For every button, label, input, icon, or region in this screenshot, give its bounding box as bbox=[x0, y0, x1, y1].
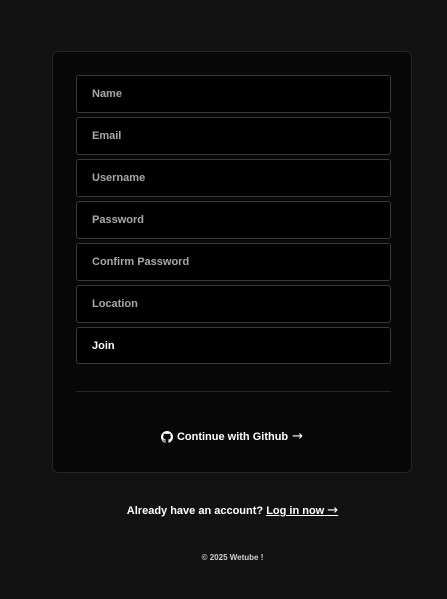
login-link[interactable]: Log in now → bbox=[266, 503, 339, 518]
join-button[interactable]: Join bbox=[76, 327, 391, 364]
social-login: Continue with Github → bbox=[53, 429, 411, 448]
username-input[interactable] bbox=[76, 159, 391, 197]
join-card: Join Continue with Github → bbox=[52, 51, 412, 473]
github-login-label: Continue with Github bbox=[176, 431, 289, 443]
email-input[interactable] bbox=[76, 117, 391, 155]
join-form: Join bbox=[76, 75, 391, 364]
confirm-password-input[interactable] bbox=[76, 243, 391, 281]
password-input[interactable] bbox=[76, 201, 391, 239]
arrow-right-icon: → bbox=[292, 429, 304, 444]
location-input[interactable] bbox=[76, 285, 391, 323]
login-prompt: Already have an account? Log in now → bbox=[0, 503, 447, 519]
login-link-label: Log in now bbox=[266, 505, 325, 517]
login-prompt-text: Already have an account? bbox=[126, 505, 264, 517]
github-login-link[interactable]: Continue with Github → bbox=[160, 429, 304, 445]
footer-copyright: © 2025 Wetube ! bbox=[201, 553, 264, 562]
divider bbox=[76, 391, 391, 392]
name-input[interactable] bbox=[76, 75, 391, 113]
github-icon bbox=[160, 431, 173, 443]
arrow-right-icon: → bbox=[327, 503, 339, 518]
